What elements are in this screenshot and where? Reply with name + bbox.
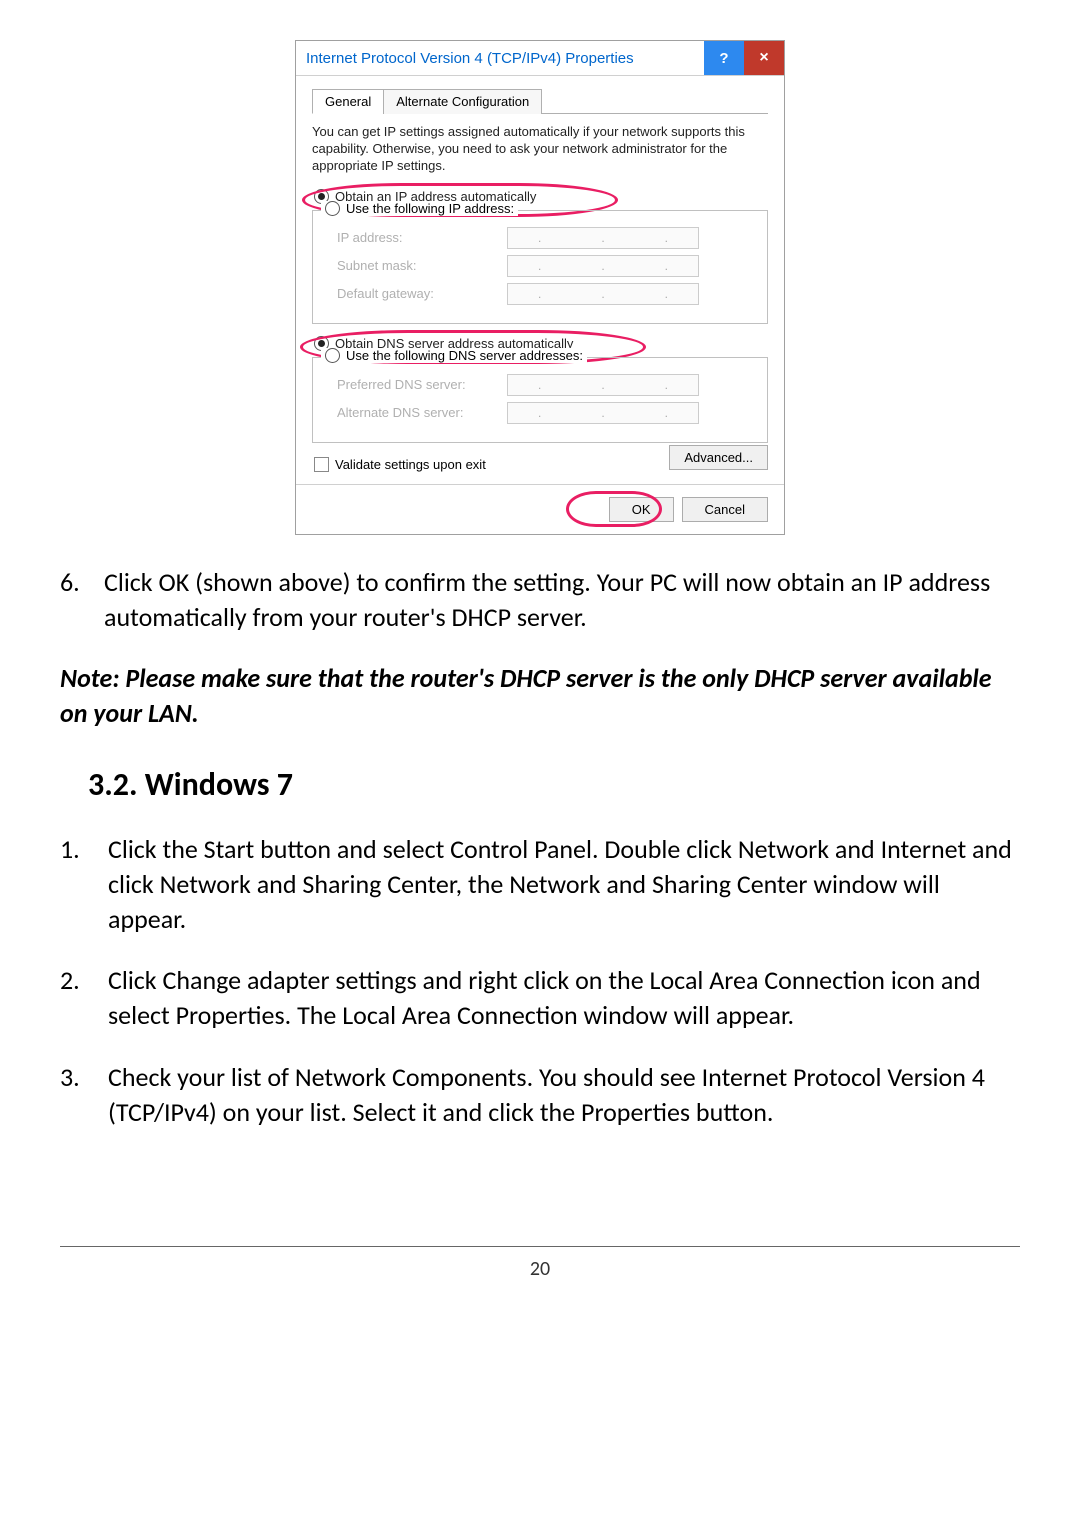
- doc-step-3: 3. Check your list of Network Components…: [60, 1060, 1020, 1130]
- dns-manual-group: Use the following DNS server addresses: …: [312, 357, 768, 443]
- doc-step-1: 1. Click the Start button and select Con…: [60, 832, 1020, 937]
- help-button[interactable]: ?: [704, 41, 744, 75]
- ip-manual-group: Use the following IP address: IP address…: [312, 210, 768, 324]
- page-footer: 20: [60, 1246, 1020, 1321]
- tab-strip: General Alternate Configuration: [312, 88, 768, 114]
- input-ip-address[interactable]: ...: [507, 227, 699, 249]
- doc-heading-3-2: 3.2. Windows 7: [88, 765, 1020, 804]
- input-alternate-dns[interactable]: ...: [507, 402, 699, 424]
- list-number: 3.: [60, 1060, 104, 1130]
- label-default-gateway: Default gateway:: [337, 286, 507, 301]
- list-number: 1.: [60, 832, 104, 937]
- dialog-title: Internet Protocol Version 4 (TCP/IPv4) P…: [296, 50, 704, 67]
- list-text: Click OK (shown above) to confirm the se…: [104, 565, 1020, 635]
- input-default-gateway[interactable]: ...: [507, 283, 699, 305]
- ok-button[interactable]: OK: [609, 497, 674, 522]
- list-text: Click the Start button and select Contro…: [104, 832, 1020, 937]
- list-number: 2.: [60, 963, 104, 1033]
- list-number: 6.: [60, 565, 104, 635]
- radio-use-following-ip[interactable]: Use the following IP address:: [346, 201, 514, 216]
- label-alternate-dns: Alternate DNS server:: [337, 405, 507, 420]
- radio-icon: [325, 348, 340, 363]
- label-ip-address: IP address:: [337, 230, 507, 245]
- doc-step-6: 6. Click OK (shown above) to confirm the…: [60, 565, 1020, 635]
- radio-icon: [325, 201, 340, 216]
- input-preferred-dns[interactable]: ...: [507, 374, 699, 396]
- dialog-description: You can get IP settings assigned automat…: [312, 124, 768, 175]
- label-preferred-dns: Preferred DNS server:: [337, 377, 507, 392]
- radio-use-following-dns[interactable]: Use the following DNS server addresses:: [346, 348, 583, 363]
- doc-step-2: 2. Click Change adapter settings and rig…: [60, 963, 1020, 1033]
- checkbox-label: Validate settings upon exit: [335, 457, 486, 472]
- page-number: 20: [530, 1257, 550, 1281]
- tab-alternate-configuration[interactable]: Alternate Configuration: [383, 89, 542, 114]
- advanced-button[interactable]: Advanced...: [669, 445, 768, 470]
- close-button[interactable]: ×: [744, 41, 784, 75]
- label-subnet-mask: Subnet mask:: [337, 258, 507, 273]
- list-text: Click Change adapter settings and right …: [104, 963, 1020, 1033]
- list-text: Check your list of Network Components. Y…: [104, 1060, 1020, 1130]
- checkbox-icon: [314, 457, 329, 472]
- tab-general[interactable]: General: [312, 89, 384, 114]
- cancel-button[interactable]: Cancel: [682, 497, 768, 522]
- dialog-titlebar: Internet Protocol Version 4 (TCP/IPv4) P…: [296, 41, 784, 76]
- ipv4-properties-dialog: Internet Protocol Version 4 (TCP/IPv4) P…: [295, 40, 785, 535]
- doc-note: Note: Please make sure that the router's…: [60, 661, 1020, 731]
- input-subnet-mask[interactable]: ...: [507, 255, 699, 277]
